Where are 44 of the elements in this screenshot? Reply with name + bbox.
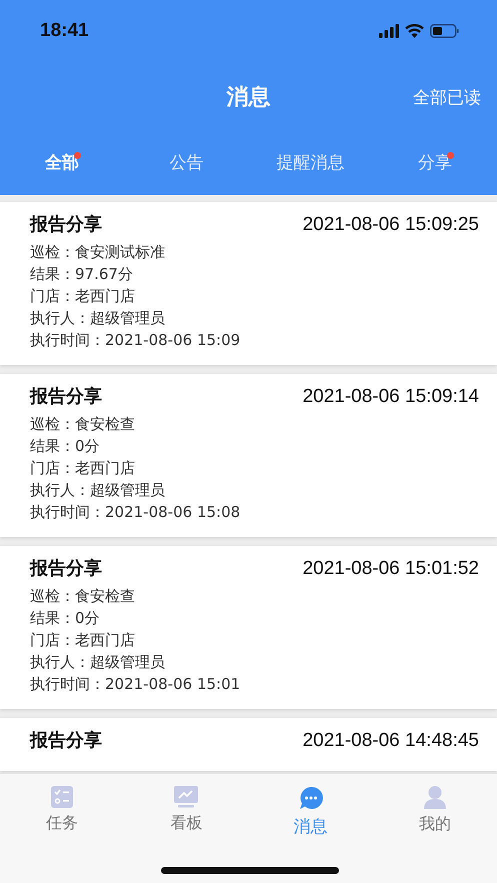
nav-item[interactable]: 看板 [124,782,248,838]
message-detail: 执行人：超级管理员 [30,652,166,673]
tab[interactable]: 公告 [167,144,206,182]
message-title: 报告分享 [30,557,102,580]
tab[interactable]: 提醒消息 [274,144,347,182]
message-detail: 执行人：超级管理员 [30,480,166,501]
message-detail: 门店：老西门店 [30,286,136,307]
checklist-icon [51,786,74,808]
message-detail: 结果：97.67分 [30,264,134,285]
message-title: 报告分享 [30,729,102,752]
message-detail: 执行时间：2021-08-06 15:08 [30,502,242,523]
message-time: 2021-08-06 15:01:52 [302,558,479,580]
message-detail: 执行时间：2021-08-06 15:01 [30,674,242,695]
message-detail: 结果：0分 [30,608,101,629]
message-detail: 门店：老西门店 [30,458,136,479]
chat-bubble-icon [298,786,323,810]
message-detail: 结果：0分 [30,436,101,457]
message-time: 2021-08-06 15:09:14 [302,386,479,408]
message-card[interactable]: 报告分享 2021-08-06 15:09:14 巡检：食安检查 结果：0分 门店：老西门店 执行人：超级管理员 执行时间：2021-08-06 15:08 [0,374,497,537]
mark-all-read-button[interactable]: 全部已读 [413,82,481,112]
message-card[interactable]: 报告分享 2021-08-06 15:09:25 巡检：食安测试标准 结果：97.67分 门店：老西门店 执行人：超级管理员 执行时间：2021-08-06 15:09 [0,202,497,365]
status-time: 18:41 [40,20,89,42]
message-detail: 门店：老西门店 [30,630,136,651]
signal-icon [379,24,399,38]
person-icon [424,786,446,809]
message-detail: 执行时间：2021-08-06 15:09 [30,330,242,351]
message-detail: 巡检：食安检查 [30,414,136,435]
wifi-icon [405,24,424,38]
page-title: 消息 [226,84,270,112]
message-detail: 执行人：超级管理员 [30,308,166,329]
message-card[interactable]: 报告分享 2021-08-06 14:48:45 [0,718,497,771]
message-time: 2021-08-06 14:48:45 [302,730,479,752]
chart-board-icon [174,786,198,808]
nav-item[interactable]: 消息 [248,782,373,842]
tab[interactable]: 分享 [416,144,454,182]
message-detail: 巡检：食安测试标准 [30,242,166,263]
message-detail: 巡检：食安检查 [30,586,136,607]
nav-item[interactable]: 我的 [372,782,497,839]
nav-item[interactable]: 任务 [0,782,124,838]
battery-icon [430,24,459,38]
message-time: 2021-08-06 15:09:25 [302,214,479,236]
message-title: 报告分享 [30,213,102,236]
message-title: 报告分享 [30,385,102,408]
message-card[interactable]: 报告分享 2021-08-06 15:01:52 巡检：食安检查 结果：0分 门店：老西门店 执行人：超级管理员 执行时间：2021-08-06 15:01 [0,546,497,709]
